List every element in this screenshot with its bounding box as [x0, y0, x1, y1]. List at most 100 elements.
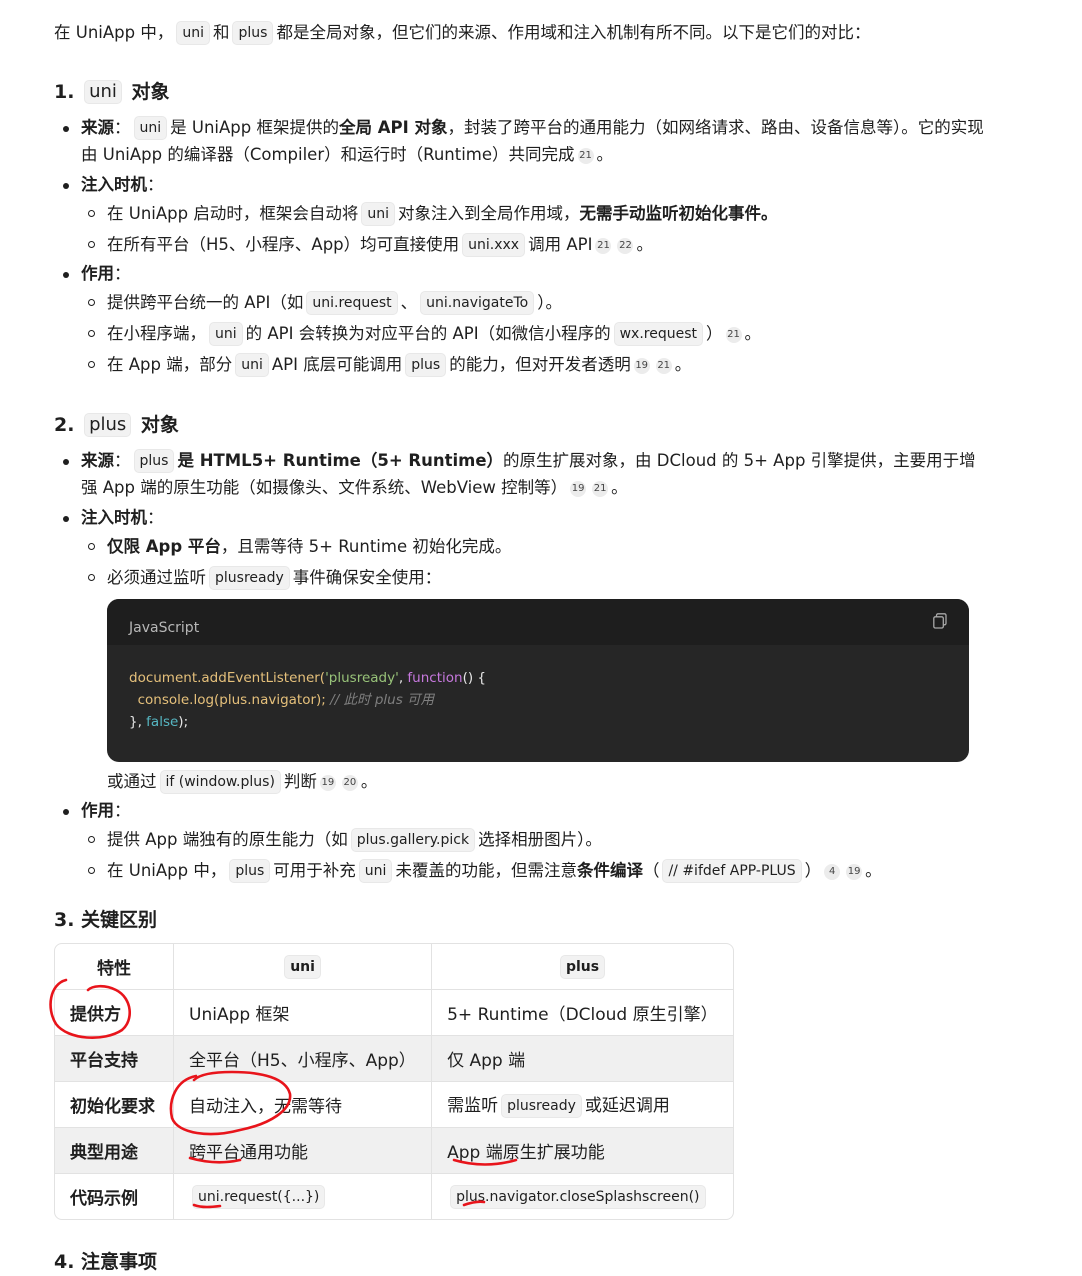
uni-list: 来源： uni 是 UniApp 框架提供的全局 API 对象，封装了跨平台的通用能…: [54, 114, 984, 380]
sub-list-item: 仅限 App 平台，且需等待 5+ Runtime 初始化完成。: [81, 531, 984, 562]
table-cell: 5+ Runtime（DCloud 原生引擎）: [432, 990, 733, 1036]
code-keyword: function: [407, 670, 463, 686]
inline-code: // #ifdef APP-PLUS: [662, 859, 802, 883]
copy-icon[interactable]: [933, 613, 947, 629]
table-cell: plus.navigator.closeSplashscreen(): [432, 1174, 733, 1219]
item-label: 来源: [81, 118, 114, 137]
item-text: 在所有平台（H5、小程序、App）均可直接使用: [107, 235, 460, 254]
table-cell-key: 提供方: [55, 990, 174, 1036]
item-label: 来源: [81, 451, 114, 470]
item-text: 、: [400, 293, 418, 312]
item-text: 对象注入到全局作用域，: [397, 204, 580, 223]
citation-badge[interactable]: 21: [725, 327, 742, 343]
item-text: 未覆盖的功能，但需注意: [395, 861, 577, 880]
cell-text: 需监听: [447, 1096, 499, 1116]
code-language-label: JavaScript: [129, 620, 200, 636]
code-string: 'plusready': [325, 670, 399, 686]
table-cell-key: 典型用途: [55, 1128, 174, 1174]
inline-code: uni: [209, 322, 243, 346]
heading-title: 对象: [140, 414, 179, 436]
item-bold: 全局 API 对象: [338, 118, 448, 137]
table-header: uni: [174, 944, 433, 990]
item-text: 在 UniApp 中，: [107, 861, 227, 880]
inline-code: plus: [232, 21, 274, 45]
citation-badge[interactable]: 19: [846, 864, 863, 880]
table-cell: 自动注入，无需等待: [174, 1082, 433, 1128]
citation-badge[interactable]: 19: [633, 358, 650, 374]
sub-list-item: 在小程序端， uni 的 API 会转换为对应平台的 API（如微信小程序的 wx.r…: [81, 318, 984, 349]
item-text: 或通过: [107, 772, 157, 791]
inline-code: uni.request: [306, 291, 398, 315]
table-header: plus: [432, 944, 733, 990]
citation-badge[interactable]: 19: [570, 481, 587, 497]
inline-code: uni: [235, 353, 269, 377]
item-text: 事件确保安全使用：: [292, 568, 442, 587]
inline-code: uni.navigateTo: [420, 291, 535, 315]
table-cell: UniApp 框架: [174, 990, 433, 1036]
code-token: document.addEventListener(: [129, 670, 326, 686]
table-cell: 全平台（H5、小程序、App）: [174, 1036, 433, 1082]
intro-text: 和: [212, 23, 230, 42]
item-text: 是 UniApp 框架提供的: [170, 118, 339, 137]
citation-badge[interactable]: 21: [592, 481, 609, 497]
item-text: （: [642, 861, 660, 880]
citation-badge[interactable]: 4: [824, 864, 841, 880]
citation-badge[interactable]: 22: [617, 238, 634, 254]
list-item: 注入时机： 仅限 App 平台，且需等待 5+ Runtime 初始化完成。 必…: [54, 504, 984, 797]
inline-code: plus: [405, 353, 447, 377]
heading-number: 2.: [54, 414, 75, 436]
table-cell-key: 代码示例: [55, 1174, 174, 1219]
plus-list: 来源： plus 是 HTML5+ Runtime（5+ Runtime）的原生扩展…: [54, 447, 984, 886]
item-text: ）。: [537, 293, 562, 312]
table-cell: 需监听 plusready 或延迟调用: [432, 1082, 733, 1128]
document-page: 在 UniApp 中， uni 和 plus 都是全局对象，但它们的来源、作用域和注入机…: [0, 0, 1082, 1276]
sub-list-item: 在 UniApp 中， plus 可用于补充 uni 未覆盖的功能，但需注意条件编译（ /…: [81, 855, 984, 886]
inline-code: if (window.plus): [159, 770, 281, 794]
code-boolean: false: [146, 714, 179, 730]
item-label: 作用: [81, 264, 114, 283]
code-block-header: JavaScript: [107, 599, 969, 645]
item-text: 的 API 会转换为对应平台的 API（如微信小程序的: [245, 324, 611, 343]
table-cell-key: 平台支持: [55, 1036, 174, 1082]
table-cell: uni.request({...}): [174, 1174, 433, 1219]
list-item: 来源： plus 是 HTML5+ Runtime（5+ Runtime）的原生扩展…: [54, 447, 984, 501]
item-text: 的能力，但对开发者透明: [449, 355, 631, 374]
citation-badge[interactable]: 19: [319, 775, 336, 791]
table-row: 代码示例 uni.request({...}) plus.navigator.c…: [55, 1174, 733, 1219]
sub-list-item: 在所有平台（H5、小程序、App）均可直接使用 uni.xxx 调用 API 21 22…: [81, 229, 984, 260]
item-bold: 无需手动监听初始化事件。: [579, 204, 778, 223]
table-row: 提供方 UniApp 框架 5+ Runtime（DCloud 原生引擎）: [55, 990, 733, 1036]
citation-badge[interactable]: 21: [655, 358, 672, 374]
table-row: 典型用途 跨平台通用功能 App 端原生扩展功能: [55, 1128, 733, 1174]
table-cell: 仅 App 端: [432, 1036, 733, 1082]
inline-code: plus: [133, 449, 175, 473]
inline-code: uni: [133, 116, 168, 140]
sub-list-item: 提供 App 端独有的原生能力（如 plus.gallery.pick 选择相册图片…: [81, 824, 984, 855]
citation-badge[interactable]: 21: [577, 148, 594, 164]
cell-text: 或延迟调用: [584, 1096, 670, 1116]
intro-paragraph: 在 UniApp 中， uni 和 plus 都是全局对象，但它们的来源、作用域和注入机…: [54, 20, 870, 46]
table-cell: App 端原生扩展功能: [432, 1128, 733, 1174]
intro-text: 都是全局对象，但它们的来源、作用域和注入机制有所不同。以下是它们的对比：: [276, 23, 871, 42]
table-cell: 跨平台通用功能: [174, 1128, 433, 1174]
citation-badge[interactable]: 21: [595, 238, 612, 254]
table-row: 初始化要求 自动注入，无需等待 需监听 plusready 或延迟调用: [55, 1082, 733, 1128]
inline-code: uni: [176, 21, 210, 45]
inline-code: plus: [559, 954, 606, 979]
item-text: ）: [804, 861, 822, 880]
table-header-row: 特性 uni plus: [55, 944, 733, 990]
sub-list: 在 UniApp 启动时，框架会自动将 uni 对象注入到全局作用域，无需手动监听初…: [81, 198, 984, 260]
item-label: 作用: [81, 801, 114, 820]
inline-code: uni.xxx: [462, 233, 526, 257]
code-block: JavaScript document.addEventListener('pl…: [107, 599, 969, 762]
inline-code: uni: [358, 859, 393, 883]
citation-badge[interactable]: 20: [341, 775, 358, 791]
list-item: 作用： 提供 App 端独有的原生能力（如 plus.gallery.pick 选择…: [54, 797, 984, 886]
list-item: 来源： uni 是 UniApp 框架提供的全局 API 对象，封装了跨平台的通用能…: [54, 114, 984, 168]
section-heading-plus: 2. plus 对象: [54, 411, 179, 439]
item-text: 选择相册图片）。: [478, 830, 602, 849]
item-text: 提供 App 端独有的原生能力（如: [107, 830, 348, 849]
code-token: console.log(plus.navigator);: [129, 692, 331, 708]
list-item: 注入时机： 在 UniApp 启动时，框架会自动将 uni 对象注入到全局作用域，无…: [54, 171, 984, 260]
item-text: ）: [706, 324, 723, 343]
